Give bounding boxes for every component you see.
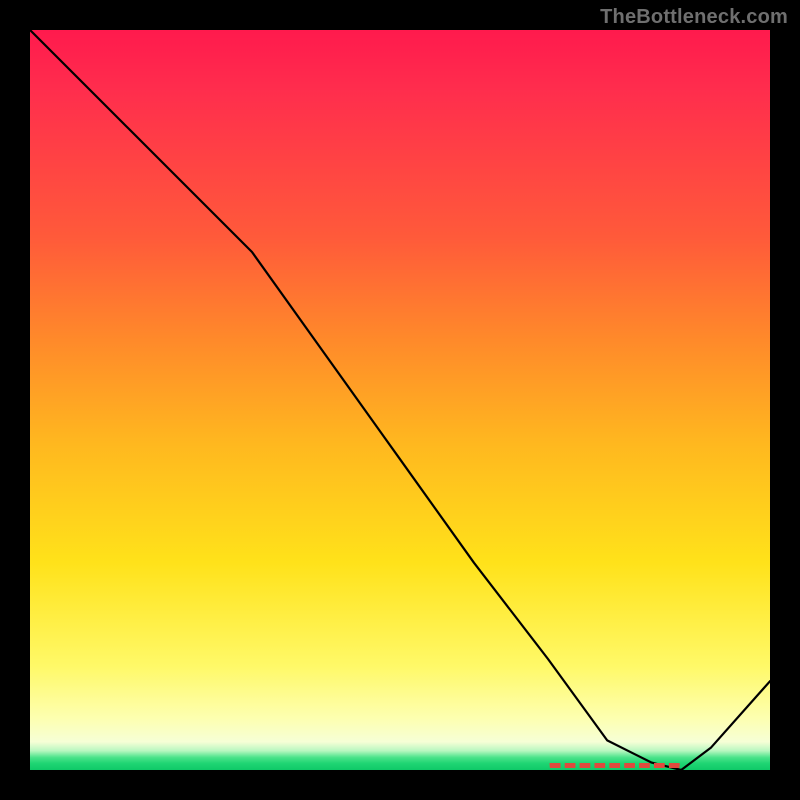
optimal-range-marker	[548, 763, 681, 768]
chart-stage: TheBottleneck.com	[0, 0, 800, 800]
bottleneck-curve	[30, 30, 770, 770]
plot-area	[30, 30, 770, 770]
watermark-text: TheBottleneck.com	[600, 6, 788, 29]
